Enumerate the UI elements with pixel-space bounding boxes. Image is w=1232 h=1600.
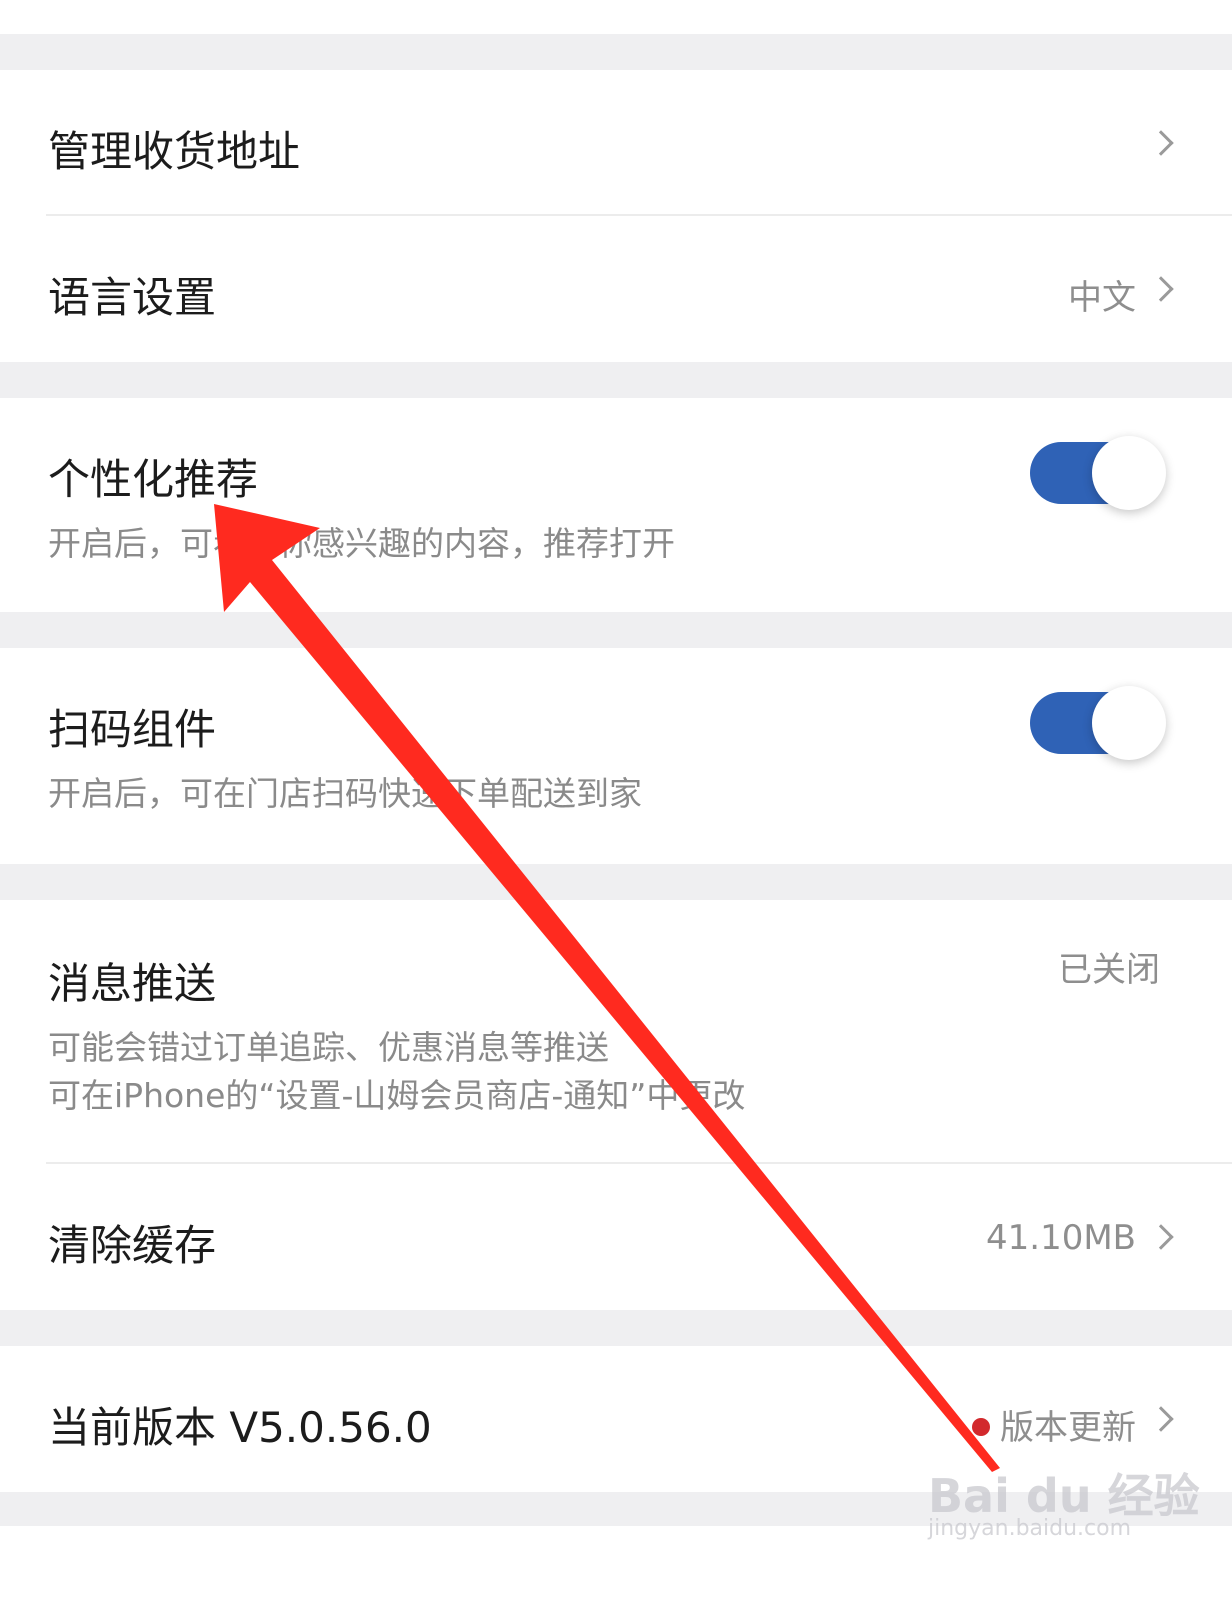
section-gap [0,612,1232,648]
section-account: 管理收货地址 语言设置 中文 [0,70,1232,362]
toggle-knob [1092,436,1166,510]
scan-widget-toggle[interactable] [1030,686,1166,760]
language-value: 中文 [1068,278,1136,318]
scan-widget-desc: 开启后，可在门店扫码快速下单配送到家 [48,774,642,813]
push-row[interactable]: 消息推送 已关闭 可能会错过订单追踪、优惠消息等推送 可在iPhone的“设置-… [0,900,1232,1164]
version-update-label: 版本更新 [1000,1408,1136,1448]
push-status: 已关闭 [1058,950,1160,990]
chevron-right-icon [1148,130,1174,156]
push-desc-line2: 可在iPhone的“设置-山姆会员商店-通知”中更改 [48,1076,746,1115]
section-gap [0,362,1232,398]
push-title: 消息推送 [48,959,217,1008]
language-title: 语言设置 [48,273,217,322]
language-row[interactable]: 语言设置 中文 [0,216,1232,362]
update-dot-icon [972,1417,990,1436]
personalized-toggle[interactable] [1030,436,1166,510]
personalized-desc: 开启后，可看到你感兴趣的内容，推荐打开 [48,524,675,563]
scan-widget-row: 扫码组件 开启后，可在门店扫码快速下单配送到家 [0,648,1232,864]
section-gap [0,864,1232,900]
section-system: 消息推送 已关闭 可能会错过订单追踪、优惠消息等推送 可在iPhone的“设置-… [0,900,1232,1310]
cache-size: 41.10MB [986,1218,1136,1258]
top-strip [0,0,1232,34]
watermark-url: jingyan.baidu.com [928,1516,1132,1541]
chevron-right-icon [1148,1224,1174,1250]
section-gap [0,34,1232,70]
version-update[interactable]: 版本更新 [972,1400,1136,1449]
section-gap [0,1310,1232,1346]
personalized-row: 个性化推荐 开启后，可看到你感兴趣的内容，推荐打开 [0,398,1232,612]
toggle-knob [1092,686,1166,760]
personalized-title: 个性化推荐 [48,455,259,504]
scan-widget-title: 扫码组件 [48,705,217,754]
cache-title: 清除缓存 [48,1221,217,1270]
chevron-right-icon [1148,1406,1174,1432]
address-row[interactable]: 管理收货地址 [0,70,1232,216]
version-title: 当前版本 V5.0.56.0 [48,1403,432,1452]
push-desc-line1: 可能会错过订单追踪、优惠消息等推送 [48,1028,609,1067]
chevron-right-icon [1148,276,1174,302]
address-title: 管理收货地址 [48,127,301,176]
cache-row[interactable]: 清除缓存 41.10MB [0,1164,1232,1310]
